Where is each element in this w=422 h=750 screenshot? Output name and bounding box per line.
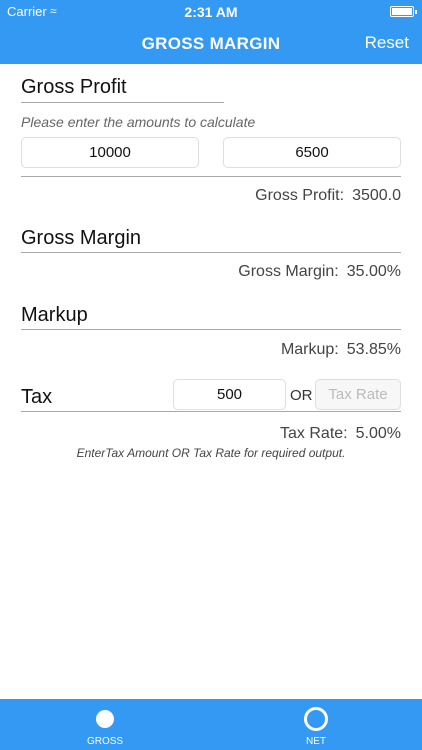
markup-result-label: Markup: xyxy=(280,341,339,358)
tab-gross-label: GROSS xyxy=(86,736,124,747)
tab-bar: GROSS NET xyxy=(0,699,422,750)
battery-icon xyxy=(390,6,417,17)
gross-profit-result-label: Gross Profit: xyxy=(255,187,345,204)
gross-margin-divider xyxy=(21,252,401,253)
markup-result-value: 53.85% xyxy=(346,341,401,358)
tax-rate-result-label: Tax Rate: xyxy=(280,425,348,442)
tab-net-label: NET xyxy=(306,736,326,747)
calculation-hint: Please enter the amounts to calculate xyxy=(21,114,256,130)
gross-profit-result: Gross Profit: 3500.0 xyxy=(255,187,401,205)
gross-margin-result-label: Gross Margin: xyxy=(238,263,339,280)
reset-button[interactable]: Reset xyxy=(365,33,409,53)
cost-input[interactable]: 6500 xyxy=(223,137,401,168)
gross-margin-result: Gross Margin: 35.00% xyxy=(238,263,401,281)
gross-profit-heading: Gross Profit xyxy=(21,76,127,98)
tab-net[interactable]: NET xyxy=(256,699,376,750)
gross-margin-heading: Gross Margin xyxy=(21,227,142,249)
markup-result: Markup: 53.85% xyxy=(281,341,401,359)
markup-heading: Markup xyxy=(21,304,88,326)
tax-rate-input[interactable]: Tax Rate xyxy=(315,379,401,410)
tax-instructions-note: EnterTax Amount OR Tax Rate for required… xyxy=(76,446,346,460)
status-time: 2:31 AM xyxy=(184,4,238,20)
ring-icon xyxy=(304,707,328,731)
navigation-bar: Carrier ≈ 2:31 AM GROSS MARGIN Reset xyxy=(0,0,422,64)
tab-gross[interactable]: GROSS xyxy=(45,699,165,750)
tax-amount-input[interactable]: 500 xyxy=(173,379,286,410)
or-label: OR xyxy=(290,387,313,404)
gross-margin-result-value: 35.00% xyxy=(346,263,401,280)
gross-profit-divider xyxy=(21,102,224,103)
tax-divider xyxy=(21,411,401,412)
status-bar: Carrier ≈ 2:31 AM xyxy=(0,0,422,22)
markup-divider xyxy=(21,329,401,330)
page-title: GROSS MARGIN xyxy=(141,34,281,53)
inputs-divider xyxy=(21,176,401,177)
gross-profit-result-value: 3500.0 xyxy=(352,187,401,204)
tax-rate-result-value: 5.00% xyxy=(355,425,401,442)
filled-circle-icon xyxy=(96,710,114,728)
tax-rate-result: Tax Rate: 5.00% xyxy=(280,425,401,443)
tax-heading: Tax xyxy=(21,386,53,408)
revenue-input[interactable]: 10000 xyxy=(21,137,199,168)
